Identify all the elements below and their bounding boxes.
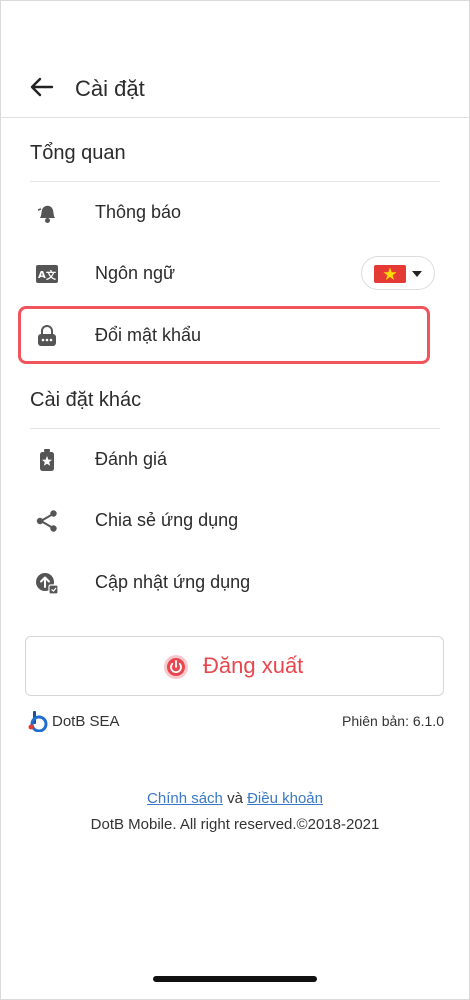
divider bbox=[30, 181, 440, 182]
settings-item-label: Đổi mật khẩu bbox=[95, 325, 202, 345]
divider bbox=[30, 428, 440, 429]
policy-link[interactable]: Chính sách bbox=[147, 790, 223, 807]
app-version: Phiên bản: 6.1.0 bbox=[342, 713, 444, 729]
share-icon bbox=[35, 509, 59, 533]
lock-icon bbox=[35, 324, 59, 348]
page-title: Cài đặt bbox=[75, 76, 145, 101]
svg-text:文: 文 bbox=[46, 269, 57, 282]
settings-item-label: Đánh giá bbox=[95, 449, 168, 469]
home-indicator bbox=[153, 976, 317, 982]
footer-links: Chính sách và Điều khoản bbox=[0, 790, 470, 807]
translate-icon: A 文 bbox=[35, 262, 59, 286]
settings-item-language[interactable]: A 文 Ngôn ngữ bbox=[25, 247, 435, 301]
terms-link[interactable]: Điều khoản bbox=[247, 790, 323, 807]
brand-name: DotB SEA bbox=[52, 713, 120, 730]
update-icon bbox=[35, 571, 59, 595]
language-dropdown[interactable] bbox=[361, 256, 435, 290]
back-button[interactable] bbox=[28, 73, 56, 101]
svg-text:A: A bbox=[38, 270, 46, 281]
vn-flag-icon bbox=[374, 265, 406, 283]
settings-item-share-app[interactable]: Chia sẻ ứng dụng bbox=[25, 494, 435, 548]
settings-item-label: Chia sẻ ứng dụng bbox=[95, 510, 239, 530]
logout-button[interactable]: Đăng xuất bbox=[25, 636, 444, 696]
copyright-text: DotB Mobile. All right reserved.©2018-20… bbox=[90, 816, 380, 833]
app-header: Cài đặt bbox=[0, 60, 470, 118]
dotb-logo-icon bbox=[28, 710, 48, 733]
section-title-general: Tổng quan bbox=[30, 142, 126, 164]
settings-item-label: Thông báo bbox=[95, 202, 182, 222]
rate-icon bbox=[35, 448, 59, 472]
settings-item-update-app[interactable]: Cập nhật ứng dụng bbox=[25, 556, 435, 610]
arrow-left-icon bbox=[30, 77, 54, 97]
settings-item-rate[interactable]: Đánh giá bbox=[25, 433, 435, 487]
settings-item-label: Ngôn ngữ bbox=[95, 263, 176, 283]
links-separator: và bbox=[227, 790, 243, 807]
bell-icon bbox=[35, 201, 59, 225]
chevron-down-icon bbox=[412, 271, 422, 277]
power-icon bbox=[163, 654, 189, 680]
settings-item-notifications[interactable]: Thông báo bbox=[25, 186, 435, 240]
settings-item-change-password[interactable]: Đổi mật khẩu bbox=[25, 309, 435, 363]
settings-item-label: Cập nhật ứng dụng bbox=[95, 572, 251, 592]
logout-label: Đăng xuất bbox=[203, 653, 304, 678]
section-title-other: Cài đặt khác bbox=[30, 389, 142, 411]
